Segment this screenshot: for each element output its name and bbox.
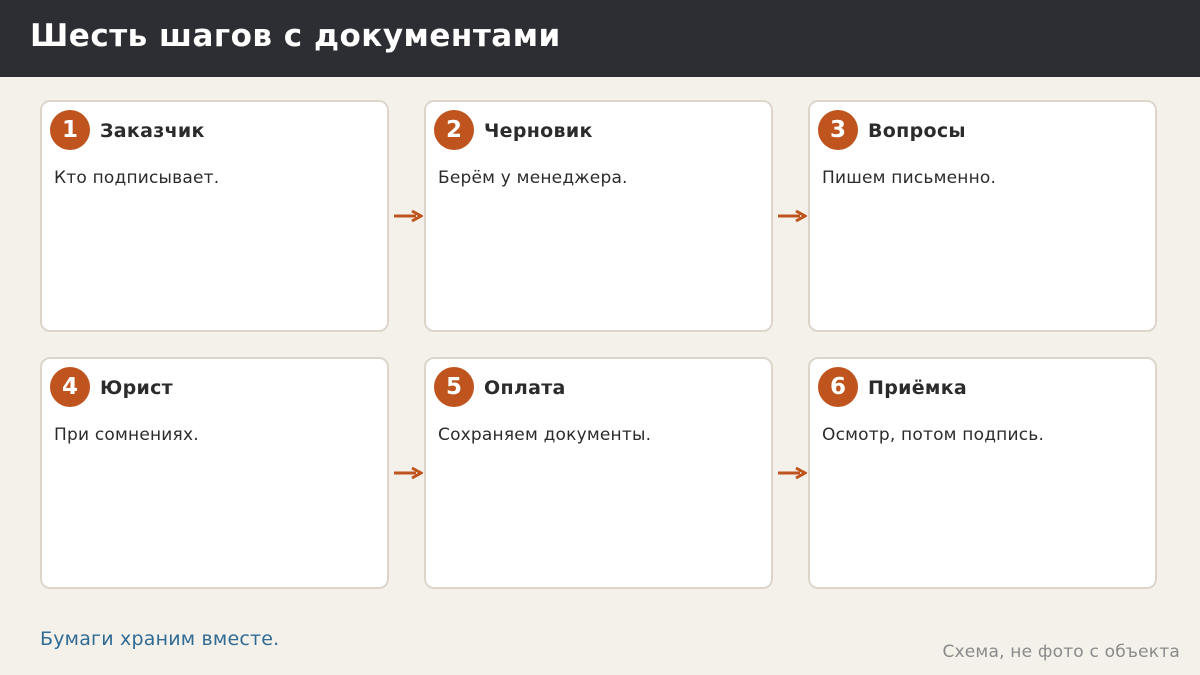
step-number-badge: 5 (434, 367, 474, 407)
step-card-1: 1 Заказчик Кто подписывает. (40, 100, 389, 332)
step-title: Вопросы (868, 120, 966, 142)
arrow-right-icon (778, 209, 807, 223)
step-card-2: 2 Черновик Берём у менеджера. (424, 100, 773, 332)
step-number-badge: 6 (818, 367, 858, 407)
step-title: Оплата (484, 377, 566, 399)
step-card-5: 5 Оплата Сохраняем документы. (424, 357, 773, 589)
page-title: Шесть шагов с документами (30, 18, 561, 54)
arrow-right-icon (778, 466, 807, 480)
step-description: Осмотр, потом подпись. (822, 425, 1045, 445)
step-card-6: 6 Приёмка Осмотр, потом подпись. (808, 357, 1157, 589)
step-title: Заказчик (100, 120, 205, 142)
step-description: Пишем письменно. (822, 168, 997, 188)
arrow-right-icon (394, 466, 423, 480)
step-description: При сомнениях. (54, 425, 199, 445)
step-description: Кто подписывает. (54, 168, 220, 188)
arrow-right-icon (394, 209, 423, 223)
step-number-badge: 3 (818, 110, 858, 150)
step-description: Берём у менеджера. (438, 168, 628, 188)
footer-note: Бумаги храним вместе. (40, 628, 280, 650)
step-number-badge: 1 (50, 110, 90, 150)
step-number-badge: 2 (434, 110, 474, 150)
step-title: Юрист (100, 377, 173, 399)
header-bar: Шесть шагов с документами (0, 0, 1200, 77)
step-card-4: 4 Юрист При сомнениях. (40, 357, 389, 589)
step-title: Приёмка (868, 377, 968, 399)
step-number-badge: 4 (50, 367, 90, 407)
step-title: Черновик (484, 120, 593, 142)
step-card-3: 3 Вопросы Пишем письменно. (808, 100, 1157, 332)
image-caption: Схема, не фото с объекта (942, 642, 1180, 662)
step-description: Сохраняем документы. (438, 425, 652, 445)
